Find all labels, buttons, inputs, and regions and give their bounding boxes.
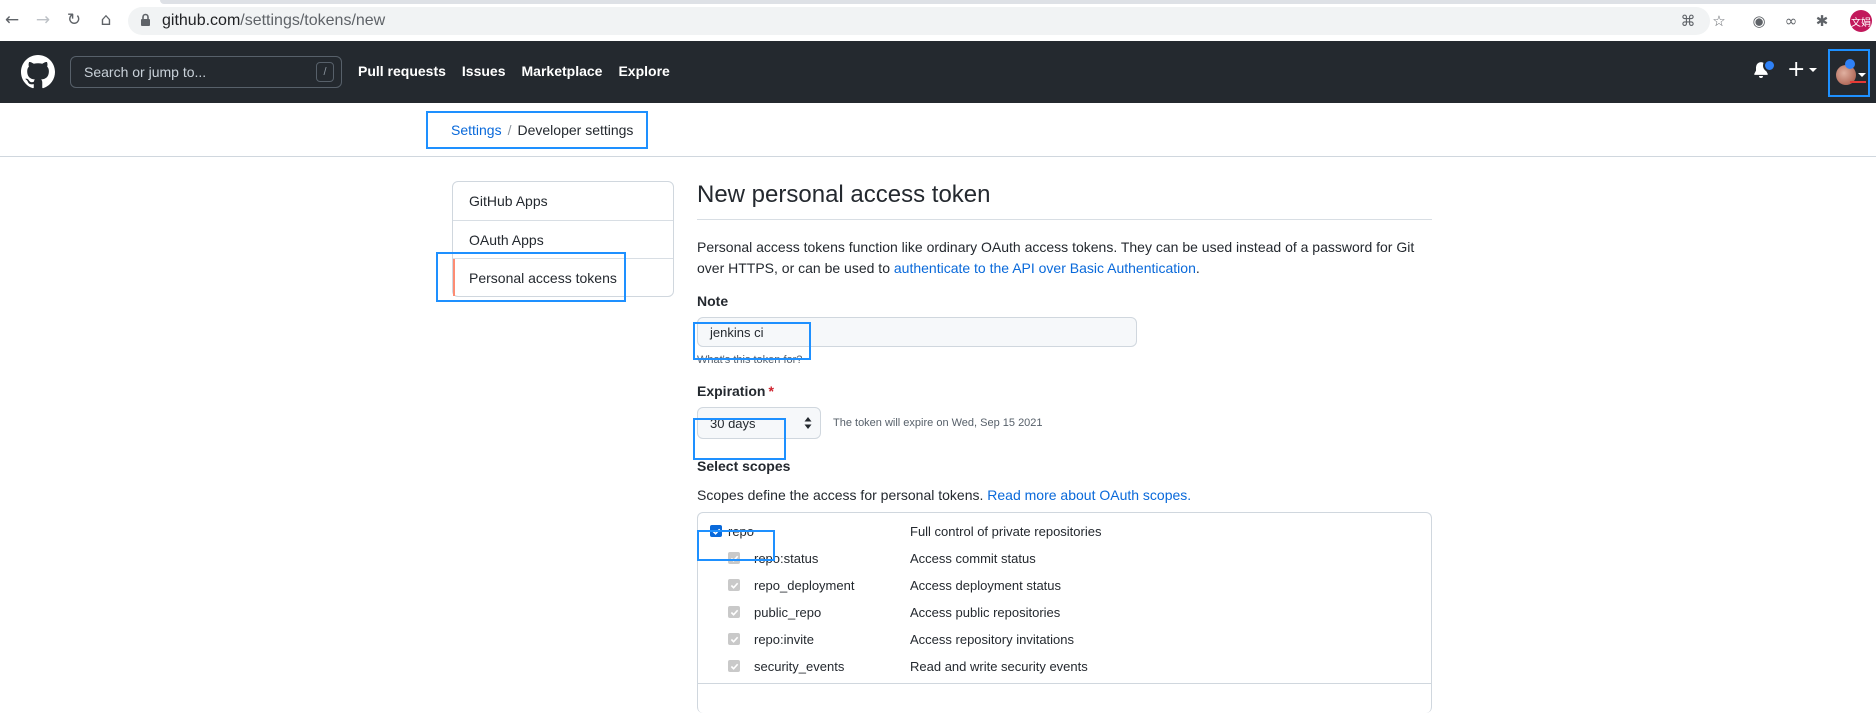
- checkbox-checked-icon[interactable]: [728, 633, 740, 645]
- scope-description: Access deployment status: [910, 578, 1062, 593]
- lock-icon: [141, 13, 150, 26]
- scopes-description: Scopes define the access for personal to…: [697, 487, 1192, 503]
- tab-strip: [0, 0, 1876, 4]
- breadcrumb-separator: /: [507, 122, 512, 138]
- github-logo-icon[interactable]: [21, 55, 55, 89]
- star-icon[interactable]: ☆: [1710, 12, 1728, 30]
- basic-auth-link[interactable]: authenticate to the API over Basic Authe…: [894, 260, 1196, 276]
- breadcrumb-bar: Settings / Developer settings: [0, 103, 1876, 157]
- scope-name: security_events: [754, 658, 845, 674]
- reload-icon[interactable]: ↻: [64, 10, 84, 30]
- notification-indicator: [1763, 59, 1776, 72]
- intro-text: Personal access tokens function like ord…: [697, 239, 1415, 276]
- oauth-scopes-link[interactable]: Read more about OAuth scopes.: [987, 487, 1191, 503]
- expiration-label: Expiration *: [697, 383, 774, 399]
- select-arrows-icon: [804, 417, 812, 429]
- back-icon[interactable]: ←: [2, 10, 22, 30]
- scopes-list: repo Full control of private repositorie…: [697, 512, 1432, 713]
- nav-issues[interactable]: Issues: [462, 63, 506, 79]
- status-dot: [1845, 59, 1855, 69]
- expiration-row: 30 days The token will expire on Wed, Se…: [697, 407, 1432, 439]
- search-box[interactable]: /: [70, 56, 342, 88]
- header-nav: Pull requests Issues Marketplace Explore: [358, 63, 670, 79]
- url-text: github.com/settings/tokens/new: [162, 12, 386, 29]
- scope-row-repo-invite[interactable]: repo:invite: [728, 628, 814, 650]
- create-new-button[interactable]: +: [1787, 57, 1818, 82]
- scope-name: public_repo: [754, 604, 822, 620]
- breadcrumb-current: Developer settings: [517, 122, 634, 138]
- scope-name: repo:invite: [754, 631, 814, 647]
- highlight-box: [693, 322, 811, 360]
- translate-icon[interactable]: ⌘: [1679, 12, 1697, 30]
- highlight-box: [693, 418, 786, 460]
- browser-profile-avatar[interactable]: 文娟: [1850, 10, 1872, 32]
- scope-description: Access public repositories: [910, 605, 1061, 620]
- scope-description: Read and write security events: [910, 659, 1088, 674]
- extension-icon[interactable]: ◉: [1750, 12, 1768, 30]
- checkbox-checked-icon[interactable]: [728, 579, 740, 591]
- page-title: New personal access token: [697, 181, 1432, 220]
- scope-row-repo-deployment[interactable]: repo_deployment: [728, 574, 854, 596]
- sync-icon[interactable]: ∞: [1782, 12, 1800, 30]
- chevron-down-icon: [1809, 68, 1818, 72]
- scope-description: Access repository invitations: [910, 632, 1075, 647]
- checkbox-checked-icon[interactable]: [728, 660, 740, 672]
- expiration-note: The token will expire on Wed, Sep 15 202…: [833, 417, 1043, 429]
- browser-toolbar: ← → ↻ ⌂ github.com/settings/tokens/new ⌘…: [0, 0, 1876, 42]
- forward-icon[interactable]: →: [33, 10, 53, 30]
- divider: [698, 683, 1431, 684]
- scope-description: Access commit status: [910, 551, 1036, 566]
- note-label: Note: [697, 293, 729, 309]
- scope-row-security-events[interactable]: security_events: [728, 655, 844, 677]
- sidebar-item-github-apps[interactable]: GitHub Apps: [453, 182, 673, 220]
- scopes-label: Select scopes: [697, 458, 791, 474]
- nav-pull-requests[interactable]: Pull requests: [358, 63, 446, 79]
- breadcrumb-settings-link[interactable]: Settings: [451, 122, 502, 138]
- scope-description: Full control of private repositories: [910, 524, 1102, 539]
- checkbox-checked-icon[interactable]: [728, 606, 740, 618]
- address-bar[interactable]: github.com/settings/tokens/new: [128, 7, 1710, 35]
- highlight-box: [436, 252, 626, 302]
- nav-marketplace[interactable]: Marketplace: [522, 63, 603, 79]
- scope-row-public-repo[interactable]: public_repo: [728, 601, 821, 623]
- scope-name: repo_deployment: [754, 577, 855, 593]
- breadcrumb: Settings / Developer settings: [426, 111, 648, 149]
- search-shortcut-key: /: [316, 62, 334, 82]
- user-menu-button[interactable]: [1828, 49, 1870, 97]
- chevron-down-icon: [1858, 73, 1866, 77]
- main-content: New personal access token Personal acces…: [697, 181, 1432, 713]
- puzzle-icon[interactable]: ✱: [1813, 12, 1831, 30]
- search-input[interactable]: [82, 63, 306, 81]
- github-header: / Pull requests Issues Marketplace Explo…: [0, 41, 1876, 103]
- home-icon[interactable]: ⌂: [96, 10, 116, 30]
- nav-explore[interactable]: Explore: [618, 63, 669, 79]
- highlight-box: [697, 530, 775, 561]
